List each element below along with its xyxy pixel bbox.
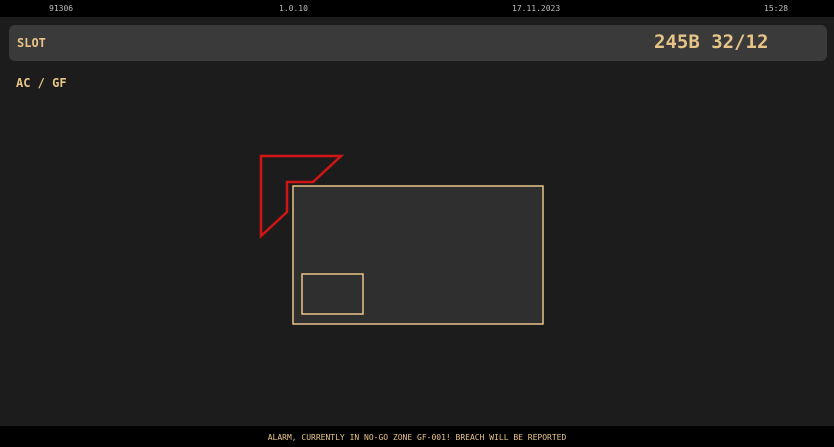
vehicle-outline (292, 185, 544, 325)
alarm-bar: ALARM, CURRENTLY IN NO-GO ZONE GF-001! B… (0, 426, 834, 447)
alarm-message: ALARM, CURRENTLY IN NO-GO ZONE GF-001! B… (267, 433, 567, 442)
display-screen: 91306 1.0.10 17.11.2023 15:28 SLOT 245B … (0, 0, 834, 447)
zone-map (259, 154, 544, 325)
